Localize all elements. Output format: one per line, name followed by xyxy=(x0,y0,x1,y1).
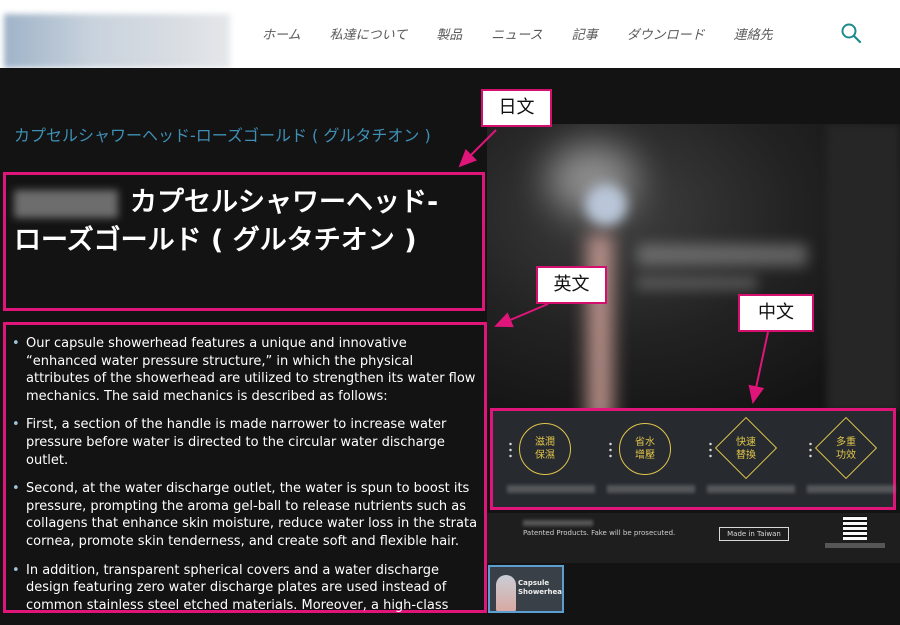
chinese-annotation-box: 滋潤 保濕 省水 增壓 快速 替換 多重 功效 xyxy=(490,408,896,510)
feature-text: 多重 功效 xyxy=(836,437,856,461)
dots-icon xyxy=(709,441,712,459)
annotation-label-japanese: 日文 xyxy=(481,89,552,127)
product-info-strip: Patented Products. Fake will be prosecut… xyxy=(487,513,900,563)
feature-badge: 滋潤 保濕 xyxy=(519,423,571,475)
feature-badge: 省水 增壓 xyxy=(619,423,671,475)
search-icon[interactable] xyxy=(840,22,862,44)
nav-item-products[interactable]: 製品 xyxy=(436,24,462,43)
product-title: カプセルシャワーヘッド-ローズゴールド ( グルタチオン ) xyxy=(14,184,459,260)
description-item: Our capsule showerhead features a unique… xyxy=(10,335,480,405)
annotation-label-chinese: 中文 xyxy=(738,294,814,332)
thumbnail-showerhead-icon xyxy=(496,575,516,611)
showerhead-handle-image xyxy=(587,234,613,411)
blurred-patent-chinese xyxy=(523,520,593,526)
annotation-label-english: 英文 xyxy=(536,266,607,304)
company-logo[interactable] xyxy=(4,14,230,68)
feature-text: 快速 替換 xyxy=(736,437,756,461)
blurred-url xyxy=(825,543,885,548)
description-item: Second, at the water discharge outlet, t… xyxy=(10,480,480,550)
dots-icon xyxy=(809,441,812,459)
nav-item-about[interactable]: 私達について xyxy=(330,24,408,43)
feature-caption xyxy=(507,485,595,493)
main-nav: ホーム 私達について 製品 ニュース 記事 ダウンロード 連絡先 xyxy=(262,24,802,43)
feature-multi-effect: 多重 功效 xyxy=(799,416,895,499)
breadcrumb[interactable]: カプセルシャワーヘッド-ローズゴールド ( グルタチオン ) xyxy=(14,125,454,147)
dots-icon xyxy=(609,441,612,459)
nav-item-articles[interactable]: 記事 xyxy=(572,24,598,43)
thumbnail-caption: Capsule Showerhead xyxy=(518,579,564,596)
blurred-brand-name xyxy=(14,189,118,218)
feature-caption xyxy=(607,485,695,493)
site-header: ホーム 私達について 製品 ニュース 記事 ダウンロード 連絡先 xyxy=(0,0,900,68)
nav-item-contact[interactable]: 連絡先 xyxy=(734,24,773,43)
made-in-badge: Made in Taiwan xyxy=(719,527,789,541)
nav-item-download[interactable]: ダウンロード xyxy=(627,24,705,43)
feature-quick-replace: 快速 替換 xyxy=(699,416,795,499)
feature-caption xyxy=(707,485,795,493)
feature-caption xyxy=(807,485,895,493)
showerhead-image xyxy=(585,184,627,226)
dots-icon xyxy=(509,441,512,459)
description-item: First, a section of the handle is made n… xyxy=(10,416,480,469)
product-thumbnail[interactable]: Capsule Showerhead xyxy=(488,565,564,613)
product-description: Our capsule showerhead features a unique… xyxy=(10,335,480,625)
feature-moisturize: 滋潤 保濕 xyxy=(499,419,595,499)
qr-code-icon[interactable] xyxy=(843,516,867,540)
patent-notice: Patented Products. Fake will be prosecut… xyxy=(523,529,676,537)
feature-text: 省水 增壓 xyxy=(635,437,655,461)
nav-item-news[interactable]: ニュース xyxy=(491,24,542,43)
image-edge xyxy=(827,124,900,411)
nav-item-home[interactable]: ホーム xyxy=(262,24,301,43)
feature-save-water: 省水 增壓 xyxy=(599,419,695,499)
description-item: In addition, transparent spherical cover… xyxy=(10,562,480,615)
blurred-image-text xyxy=(637,276,757,290)
feature-text: 滋潤 保濕 xyxy=(535,437,555,461)
blurred-image-text xyxy=(637,244,807,266)
